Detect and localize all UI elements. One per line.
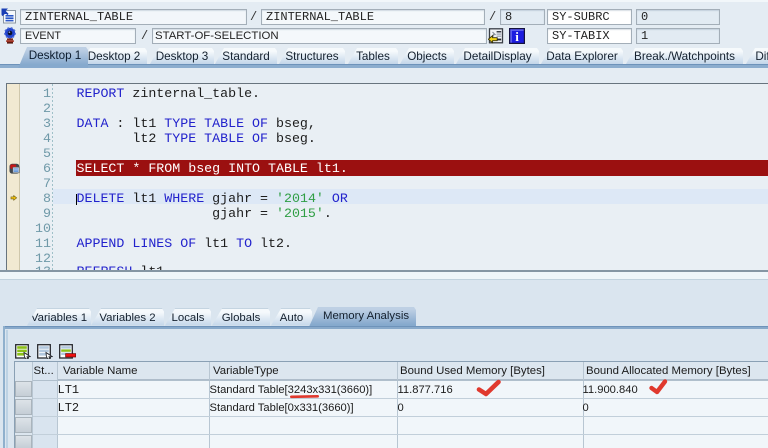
svg-text:i: i bbox=[515, 29, 519, 44]
